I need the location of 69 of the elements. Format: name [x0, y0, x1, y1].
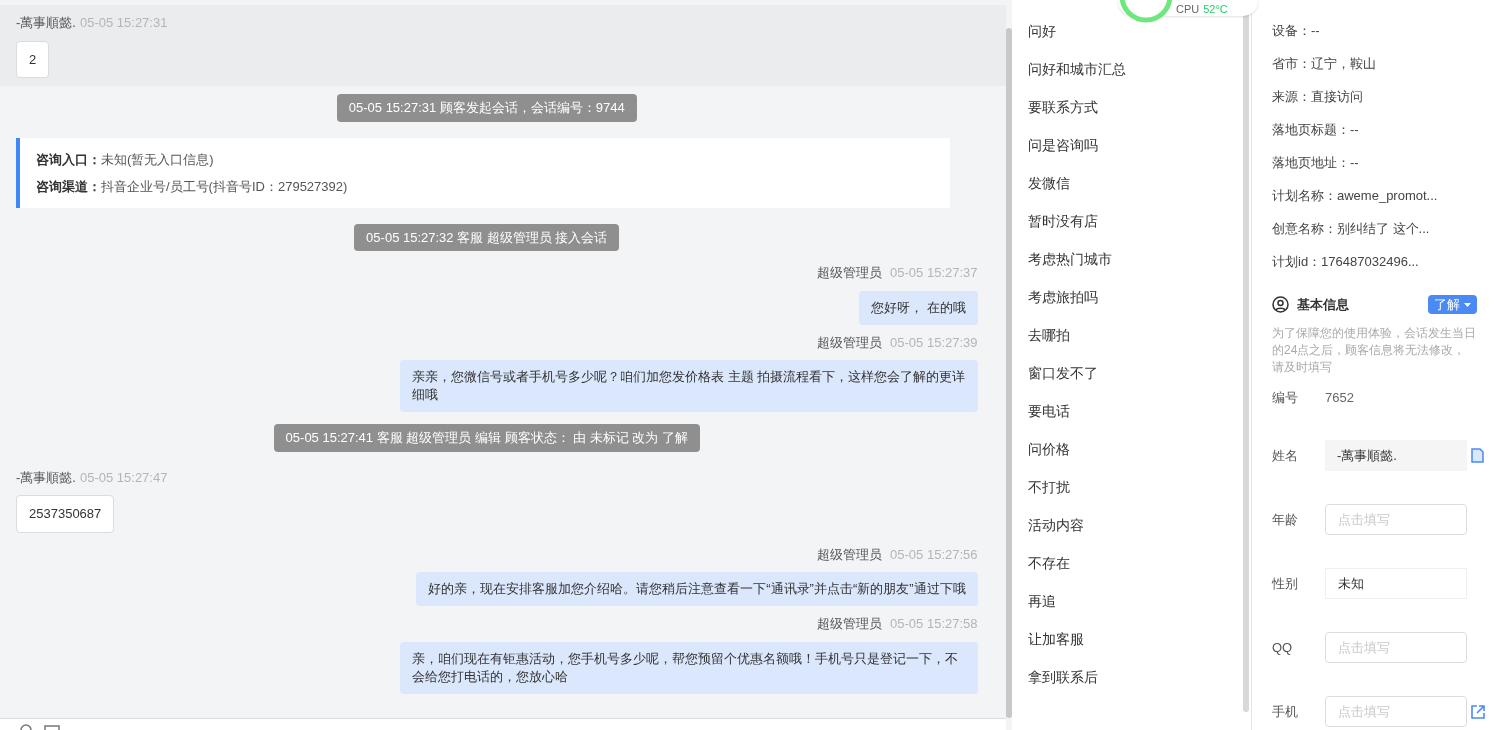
message-time: 05-05 15:27:47 — [79, 468, 168, 487]
field-label: 手机 — [1272, 702, 1299, 721]
notice-text: 为了保障您的使用体验，会话发生当日的24点之后，顾客信息将无法修改，请及时填写 — [1272, 324, 1477, 376]
info-label: 咨询入口： — [36, 150, 101, 169]
message-bubble: 您好呀， 在的哦 — [858, 290, 978, 325]
quick-reply-item[interactable]: 活动内容 — [1027, 506, 1243, 544]
quick-reply-item[interactable]: 让加客服 — [1027, 620, 1243, 658]
visitor-info-line: 来源：直接访问 — [1272, 88, 1364, 106]
cpu-label: CPU — [1176, 3, 1200, 15]
field-label: QQ — [1272, 638, 1294, 657]
sender-name: 超级管理员 — [817, 333, 883, 352]
info-value: 抖音企业号/员工号(抖音号ID：279527392) — [101, 177, 348, 196]
visitor-info-line: 落地页标题：-- — [1272, 121, 1360, 139]
visitor-info-line: 计划id：176487032496... — [1272, 253, 1420, 271]
field-value: 7652 — [1325, 388, 1354, 407]
gender-select[interactable]: 未知 — [1325, 568, 1467, 599]
field-label: 姓名 — [1272, 446, 1299, 465]
quick-reply-item[interactable]: 再追 — [1027, 582, 1243, 620]
quick-reply-item[interactable]: 要电话 — [1027, 392, 1243, 430]
quick-reply-item[interactable]: 发微信 — [1027, 164, 1243, 202]
message-time: 05-05 15:27:58 — [890, 615, 978, 633]
quick-reply-item[interactable]: 要联系方式 — [1027, 88, 1243, 126]
message-bubble: 亲亲，您微信号或者手机号多少呢？咱们加您发价格表 主题 拍摄流程看下，这样您会了解的更详细哦 — [400, 360, 978, 412]
quick-reply-item[interactable]: 考虑热门城市 — [1027, 240, 1243, 278]
quick-reply-item[interactable]: 暂时没有店 — [1027, 202, 1243, 240]
visitor-info-line: 创意名称：别纠结了 这个... — [1272, 220, 1431, 238]
quick-reply-item[interactable]: 问好 — [1027, 12, 1243, 50]
message-time: 05-05 15:27:31 — [79, 14, 168, 32]
document-icon[interactable] — [1471, 448, 1484, 463]
quick-reply-item[interactable]: 问价格 — [1027, 430, 1243, 468]
visitor-info-line: 省市：辽宁，鞍山 — [1272, 55, 1377, 73]
system-notice: 05-05 15:27:41 客服 超级管理员 编辑 顾客状态： 由 未标记 改为 了解 — [273, 424, 700, 452]
system-notice: 05-05 15:27:31 顾客发起会话，会话编号：9744 — [336, 94, 637, 122]
message-bubble: 2 — [16, 40, 50, 78]
field-label: 性别 — [1272, 574, 1299, 593]
quick-reply-item[interactable]: 拿到联系后 — [1027, 658, 1243, 696]
message-time: 05-05 15:27:39 — [890, 333, 978, 352]
message-time: 05-05 15:27:37 — [890, 264, 978, 282]
quick-reply-item[interactable]: 不打扰 — [1027, 468, 1243, 506]
message-time: 05-05 15:27:56 — [890, 545, 978, 564]
sender-name: -萬事順懿. — [16, 468, 76, 487]
user-icon — [1272, 296, 1289, 314]
section-title: 基本信息 — [1297, 296, 1349, 314]
visitor-info-line: 设备：-- — [1272, 22, 1321, 40]
system-notice: 05-05 15:27:32 客服 超级管理员 接入会话 — [354, 223, 620, 251]
scrollbar[interactable] — [1005, 28, 1012, 718]
sender-name: 超级管理员 — [817, 615, 883, 633]
info-value: 未知(暂无入口信息) — [101, 150, 214, 169]
message-bubble: 好的亲，现在安排客服加您介绍哈。请您稍后注意查看一下“通讯录”并点击“新的朋友”通过下哦 — [416, 572, 978, 606]
quick-reply-item[interactable]: 不存在 — [1027, 544, 1243, 582]
message-bubble: 亲，咱们现在有钜惠活动，您手机号多少呢，帮您预留个优惠名额哦！手机号只是登记一下，不会给您打电话的，您放心哈 — [400, 641, 978, 694]
sender-name: 超级管理员 — [817, 545, 883, 564]
info-label: 咨询渠道： — [36, 177, 101, 196]
external-link-icon[interactable] — [1471, 704, 1485, 719]
message-bubble: 2537350687 — [16, 495, 115, 533]
caret-icon — [1464, 302, 1471, 307]
sender-name: 超级管理员 — [817, 264, 883, 282]
visitor-info-line: 计划名称：aweme_promot... — [1272, 187, 1439, 205]
sender-name: -萬事順懿. — [16, 14, 76, 32]
quick-reply-item[interactable]: 问好和城市汇总 — [1027, 50, 1243, 88]
quick-reply-item[interactable]: 窗口发不了 — [1027, 354, 1243, 392]
visitor-info-line: 落地页地址：-- — [1272, 154, 1360, 172]
cpu-temperature: 52°C — [1203, 3, 1228, 15]
field-label: 编号 — [1272, 388, 1299, 407]
quick-reply-item[interactable]: 去哪拍 — [1027, 316, 1243, 354]
quick-reply-item[interactable]: 问是咨询吗 — [1027, 126, 1243, 164]
field-label: 年龄 — [1272, 510, 1299, 529]
quick-reply-item[interactable]: 考虑旅拍吗 — [1027, 278, 1243, 316]
name-field[interactable]: -萬事順懿. — [1325, 440, 1467, 471]
